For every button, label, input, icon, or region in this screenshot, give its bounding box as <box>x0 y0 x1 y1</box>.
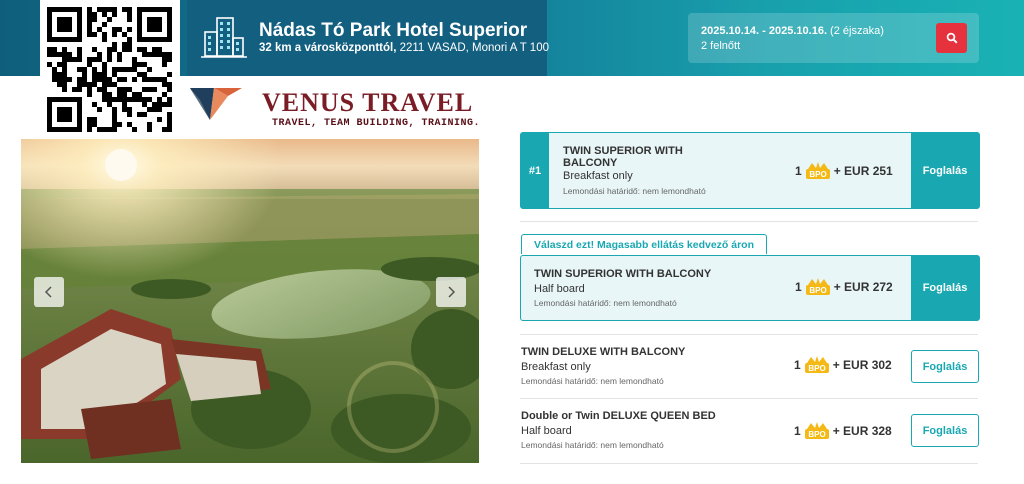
qr-code <box>40 0 180 138</box>
book-button[interactable]: Foglalás <box>911 414 979 447</box>
room-name: Double or Twin DELUXE QUEEN BED <box>521 410 716 422</box>
room-board: Half board <box>534 283 585 295</box>
search-icon <box>946 32 958 44</box>
room-option-card: TWIN SUPERIOR WITH BALCONY Half board Le… <box>520 255 980 321</box>
price-amount: + EUR 328 <box>832 424 892 438</box>
cancel-policy: Lemondási határidő: nem lemondható <box>534 298 677 308</box>
upsell-label: Válaszd ezt! Magasabb ellátás kedvező ár… <box>521 234 767 254</box>
room-price: 1 BPO + EUR 328 <box>794 422 892 440</box>
hotel-street: 2211 VASAD, Monori A T 100 <box>396 42 549 54</box>
date-range: 2025.10.14. - 2025.10.16. <box>701 25 827 37</box>
room-qty: 1 <box>794 424 801 438</box>
bpo-badge-icon: BPO <box>805 278 831 296</box>
svg-text:BPO: BPO <box>809 286 826 295</box>
divider <box>520 398 978 399</box>
price-amount: + EUR 251 <box>833 164 893 178</box>
nights-count: (2 éjszaka) <box>827 25 884 37</box>
bpo-badge-icon: BPO <box>804 356 830 374</box>
hotel-address: 32 km a városközponttól, 2211 VASAD, Mon… <box>259 42 549 54</box>
book-button[interactable]: Foglalás <box>911 256 979 320</box>
cancel-policy: Lemondási határidő: nem lemondható <box>521 440 664 450</box>
search-button[interactable] <box>936 23 967 53</box>
price-amount: + EUR 272 <box>833 280 893 294</box>
room-price: 1 BPO + EUR 302 <box>794 356 892 374</box>
room-price: 1 BPO + EUR 272 <box>795 278 893 296</box>
svg-text:BPO: BPO <box>809 170 826 179</box>
room-board: Half board <box>521 425 572 437</box>
hotel-photo <box>21 139 479 463</box>
logo-mark-icon <box>190 88 242 120</box>
room-price: 1 BPO + EUR 251 <box>795 162 893 180</box>
rank-badge: #1 <box>521 133 549 208</box>
divider <box>520 221 978 222</box>
bpo-badge-icon: BPO <box>804 422 830 440</box>
price-amount: + EUR 302 <box>832 358 892 372</box>
cancel-policy: Lemondási határidő: nem lemondható <box>563 186 706 196</box>
hotel-distance: 32 km a városközponttól, <box>259 42 397 54</box>
hotel-name: Nádas Tó Park Hotel Superior <box>259 20 528 41</box>
book-button[interactable]: Foglalás <box>911 350 979 383</box>
logo-tagline: TRAVEL, TEAM BUILDING, TRAINING. <box>272 118 481 129</box>
chevron-left-icon <box>44 286 52 298</box>
room-option-row: TWIN DELUXE WITH BALCONY Breakfast only … <box>520 336 979 396</box>
room-board: Breakfast only <box>563 170 633 182</box>
chevron-right-icon <box>448 286 456 298</box>
room-qty: 1 <box>795 164 802 178</box>
svg-text:BPO: BPO <box>808 430 825 439</box>
hotel-info: Nádas Tó Park Hotel Superior 32 km a vár… <box>187 0 549 76</box>
room-option-card: #1 TWIN SUPERIOR WITH BALCONY Breakfast … <box>520 132 980 209</box>
room-board: Breakfast only <box>521 361 591 373</box>
logo-name: VENUS TRAVEL <box>262 88 474 117</box>
book-button[interactable]: Foglalás <box>911 133 979 208</box>
search-dates: 2025.10.14. - 2025.10.16. (2 éjszaka) <box>701 25 884 37</box>
guest-count: 2 felnőtt <box>701 40 741 52</box>
room-name: TWIN DELUXE WITH BALCONY <box>521 346 686 358</box>
search-summary[interactable]: 2025.10.14. - 2025.10.16. (2 éjszaka) 2 … <box>688 13 979 63</box>
gallery-prev-button[interactable] <box>34 277 64 307</box>
room-option-row: Double or Twin DELUXE QUEEN BED Half boa… <box>520 400 979 462</box>
venus-travel-logo: VENUS TRAVEL TRAVEL, TEAM BUILDING, TRAI… <box>188 82 488 130</box>
room-qty: 1 <box>794 358 801 372</box>
hotel-building-icon <box>201 17 247 58</box>
divider <box>520 334 978 335</box>
room-name: TWIN SUPERIOR WITH BALCONY <box>534 268 712 280</box>
bpo-badge-icon: BPO <box>805 162 831 180</box>
cancel-policy: Lemondási határidő: nem lemondható <box>521 376 664 386</box>
gallery-next-button[interactable] <box>436 277 466 307</box>
svg-text:BPO: BPO <box>808 364 825 373</box>
divider <box>520 463 978 464</box>
room-qty: 1 <box>795 280 802 294</box>
room-name: TWIN SUPERIOR WITH BALCONY <box>563 145 683 169</box>
